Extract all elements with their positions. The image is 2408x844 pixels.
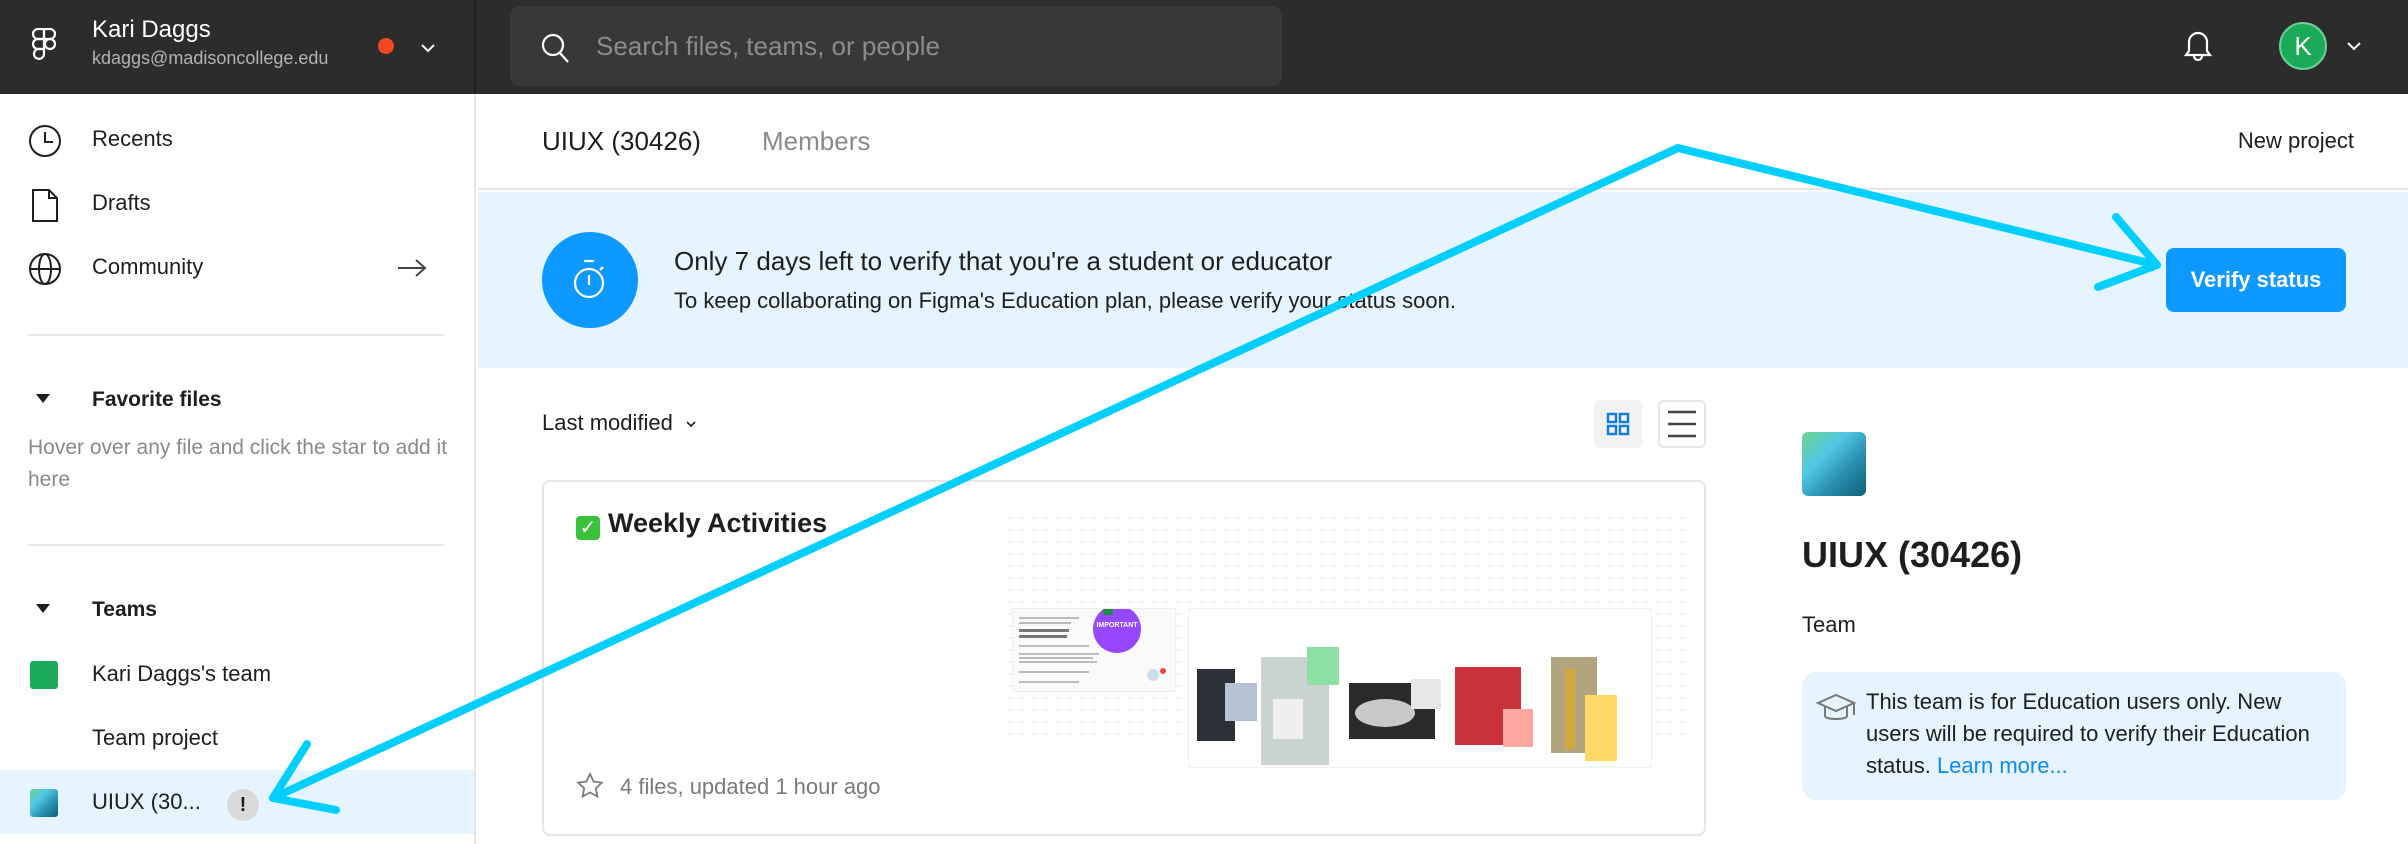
sort-label: Last modified: [542, 410, 673, 435]
project-card[interactable]: ✓ Weekly Activities IMPORTANT 4 files, up…: [542, 480, 1706, 836]
sidebar-team-project[interactable]: Team project: [0, 706, 474, 770]
caret-down-icon: [36, 394, 50, 403]
team-label: Team project: [92, 725, 218, 750]
sidebar-item-label: Community: [92, 254, 204, 279]
banner-subtitle: To keep collaborating on Figma's Educati…: [674, 288, 1456, 313]
sidebar-team-kari-daggs[interactable]: Kari Daggs's team: [0, 642, 474, 706]
sidebar-team-uiux[interactable]: UIUX (30... !: [0, 770, 474, 834]
team-title: UIUX (30426): [1802, 534, 2023, 575]
thumbnail-document: IMPORTANT: [1012, 605, 1176, 692]
favorites-hint: Hover over any file and click the star t…: [28, 436, 448, 491]
bell-icon[interactable]: [2182, 28, 2214, 64]
sidebar-item-recents[interactable]: Recents: [0, 108, 474, 172]
grid-view-button[interactable]: [1594, 400, 1642, 448]
graduation-cap-icon: [1816, 693, 1856, 720]
search-bar[interactable]: [510, 6, 1282, 86]
verify-status-button[interactable]: Verify status: [2166, 248, 2346, 312]
tab-team[interactable]: UIUX (30426): [542, 126, 701, 157]
main-header: UIUX (30426) Members New project: [478, 94, 2408, 190]
tab-members[interactable]: Members: [762, 126, 870, 157]
sidebar-item-label: Recents: [92, 126, 173, 151]
star-icon[interactable]: [576, 772, 604, 800]
avatar[interactable]: K: [2279, 22, 2327, 70]
account-email: kdaggs@madisoncollege.edu: [92, 48, 329, 68]
divider: [28, 544, 444, 546]
notification-dot: [378, 38, 394, 54]
sidebar-item-label: Drafts: [92, 190, 151, 215]
verification-banner: Only 7 days left to verify that you're a…: [478, 192, 2408, 368]
grid-icon: [1606, 412, 1630, 436]
search-icon: [541, 33, 569, 63]
team-kind: Team: [1802, 612, 1856, 637]
caret-down-icon: [36, 604, 50, 613]
warning-badge: !: [227, 789, 259, 821]
project-thumbnail: IMPORTANT: [1004, 512, 1694, 768]
list-icon: [1668, 410, 1696, 438]
account-switcher[interactable]: Kari Daggs kdaggs@madisoncollege.edu: [0, 0, 476, 94]
project-meta-text: 4 files, updated 1 hour ago: [620, 774, 881, 799]
account-name: Kari Daggs: [92, 16, 211, 43]
teams-header[interactable]: Teams: [0, 586, 474, 636]
new-project-button[interactable]: New project: [2238, 128, 2354, 154]
sidebar-item-community[interactable]: Community: [0, 236, 474, 300]
chevron-down-icon: [686, 421, 696, 428]
check-emoji-icon: ✓: [576, 516, 600, 540]
favorite-files-header[interactable]: Favorite files: [0, 376, 474, 426]
arrow-right-icon: [398, 259, 427, 277]
figma-logo-icon: [31, 28, 57, 60]
clock-icon: [29, 125, 61, 157]
chevron-down-icon[interactable]: [2342, 34, 2366, 58]
sort-dropdown[interactable]: Last modified: [542, 410, 697, 436]
thumbnail-board: [1188, 608, 1652, 768]
sidebar-item-drafts[interactable]: Drafts: [0, 172, 474, 236]
top-bar: Kari Daggs kdaggs@madisoncollege.edu K: [0, 0, 2408, 94]
stopwatch-badge: [542, 232, 638, 328]
team-swatch: [30, 789, 58, 817]
team-label: Kari Daggs's team: [92, 661, 272, 686]
banner-title: Only 7 days left to verify that you're a…: [674, 246, 1333, 276]
team-label: UIUX (30...: [92, 789, 201, 814]
team-swatch: [30, 661, 58, 689]
list-view-button[interactable]: [1658, 400, 1706, 448]
chevron-down-icon[interactable]: [416, 36, 440, 60]
stopwatch-icon: [573, 259, 605, 299]
file-icon: [32, 189, 58, 222]
learn-more-link[interactable]: Learn more...: [1937, 753, 2068, 778]
project-title: ✓ Weekly Activities: [576, 508, 827, 540]
education-notice: This team is for Education users only. N…: [1802, 672, 2346, 800]
thumbnail-important-text: IMPORTANT: [1096, 622, 1138, 629]
section-title: Favorite files: [92, 388, 222, 411]
search-input[interactable]: [596, 6, 1256, 86]
team-avatar: [1802, 432, 1866, 496]
divider: [28, 334, 444, 336]
section-title: Teams: [92, 598, 157, 621]
globe-icon: [29, 253, 61, 285]
sidebar: Recents Drafts Community Favorite files …: [0, 94, 476, 844]
education-notice-text: This team is for Education users only. N…: [1866, 689, 2310, 778]
